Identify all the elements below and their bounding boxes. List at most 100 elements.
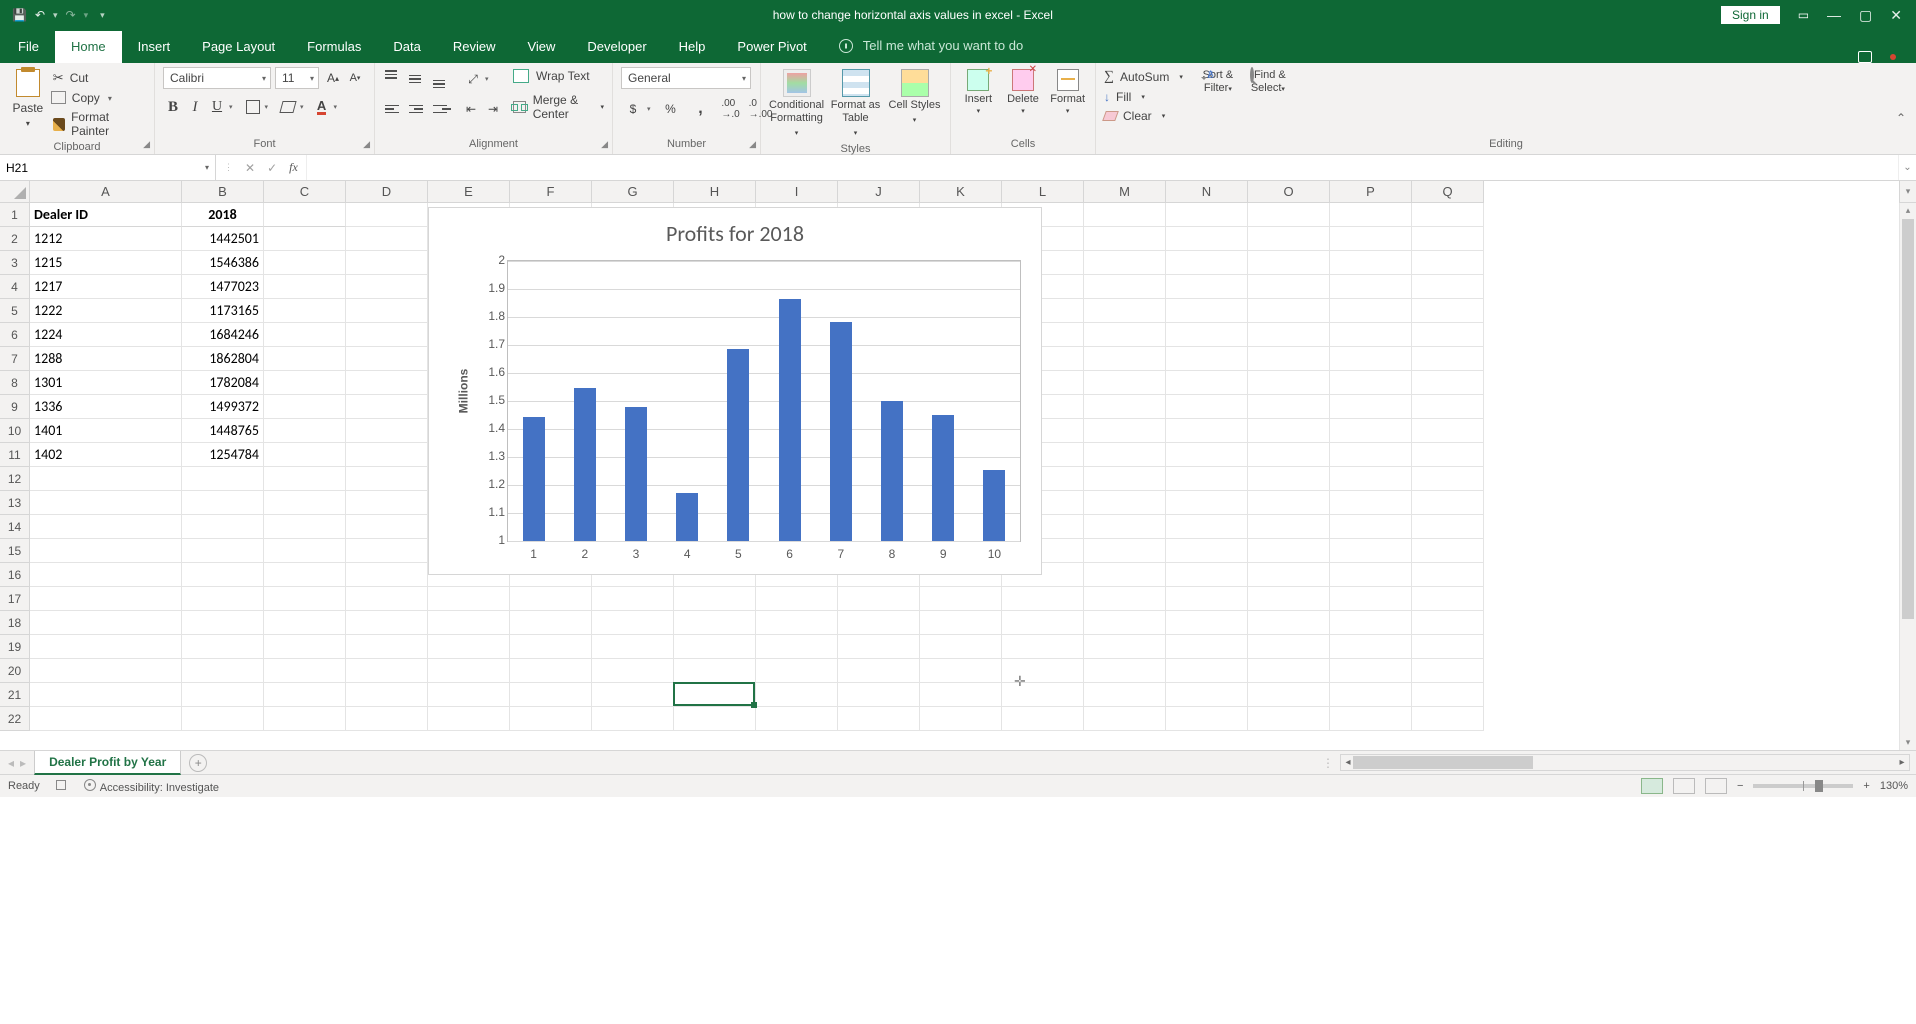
cell-I17[interactable] — [756, 587, 838, 611]
cell-Q15[interactable] — [1412, 539, 1484, 563]
cell-D22[interactable] — [346, 707, 428, 731]
borders-button[interactable] — [243, 97, 263, 117]
cell-D2[interactable] — [346, 227, 428, 251]
column-header-N[interactable]: N — [1166, 181, 1248, 203]
cell-Q17[interactable] — [1412, 587, 1484, 611]
increase-decimal-button[interactable]: .00→.0 — [719, 99, 743, 119]
italic-button[interactable]: I — [185, 97, 205, 117]
cell-I19[interactable] — [756, 635, 838, 659]
share-icon[interactable] — [1858, 51, 1872, 63]
cell-C1[interactable] — [264, 203, 346, 227]
chart-bar-2[interactable] — [574, 388, 596, 541]
cell-C15[interactable] — [264, 539, 346, 563]
chevron-down-icon[interactable]: ▾ — [1179, 73, 1183, 81]
row-header-8[interactable]: 8 — [0, 371, 30, 395]
cell-M10[interactable] — [1084, 419, 1166, 443]
tab-power-pivot[interactable]: Power Pivot — [721, 31, 822, 63]
cell-J17[interactable] — [838, 587, 920, 611]
cell-C13[interactable] — [264, 491, 346, 515]
cell-C20[interactable] — [264, 659, 346, 683]
cell-D10[interactable] — [346, 419, 428, 443]
cell-Q4[interactable] — [1412, 275, 1484, 299]
cell-Q21[interactable] — [1412, 683, 1484, 707]
cell-D9[interactable] — [346, 395, 428, 419]
decrease-indent-button[interactable]: ⇤ — [461, 99, 481, 119]
cell-E19[interactable] — [428, 635, 510, 659]
cell-N16[interactable] — [1166, 563, 1248, 587]
cell-M22[interactable] — [1084, 707, 1166, 731]
insert-cells-button[interactable]: Insert▾ — [959, 69, 998, 115]
cell-O9[interactable] — [1248, 395, 1330, 419]
cell-C17[interactable] — [264, 587, 346, 611]
cell-B17[interactable] — [182, 587, 264, 611]
cell-C8[interactable] — [264, 371, 346, 395]
cell-O13[interactable] — [1248, 491, 1330, 515]
cell-E17[interactable] — [428, 587, 510, 611]
cell-B5[interactable]: 1173165 — [182, 299, 264, 323]
cell-N15[interactable] — [1166, 539, 1248, 563]
copy-button[interactable]: Copy▾ — [53, 91, 146, 105]
increase-indent-button[interactable]: ⇥ — [483, 99, 503, 119]
cell-B1[interactable]: 2018 — [182, 203, 264, 227]
cell-N3[interactable] — [1166, 251, 1248, 275]
cell-A16[interactable] — [30, 563, 182, 587]
undo-dropdown-icon[interactable]: ▾ — [53, 10, 58, 21]
cell-A12[interactable] — [30, 467, 182, 491]
cell-N14[interactable] — [1166, 515, 1248, 539]
cell-P19[interactable] — [1330, 635, 1412, 659]
orientation-button[interactable]: ⤢ — [463, 69, 483, 89]
cell-Q9[interactable] — [1412, 395, 1484, 419]
macro-record-button[interactable] — [56, 780, 68, 793]
decrease-font-size-button[interactable]: A▾ — [345, 68, 365, 88]
cell-A7[interactable]: 1288 — [30, 347, 182, 371]
cell-H17[interactable] — [674, 587, 756, 611]
format-as-table-button[interactable]: Format as Table▾ — [828, 69, 883, 140]
tab-developer[interactable]: Developer — [571, 31, 662, 63]
cell-O6[interactable] — [1248, 323, 1330, 347]
cell-O4[interactable] — [1248, 275, 1330, 299]
cell-O15[interactable] — [1248, 539, 1330, 563]
cell-P11[interactable] — [1330, 443, 1412, 467]
cell-A6[interactable]: 1224 — [30, 323, 182, 347]
cell-B7[interactable]: 1862804 — [182, 347, 264, 371]
cell-Q8[interactable] — [1412, 371, 1484, 395]
chart-bar-5[interactable] — [727, 349, 749, 541]
cell-M19[interactable] — [1084, 635, 1166, 659]
column-header-D[interactable]: D — [346, 181, 428, 203]
autosum-button[interactable]: ∑AutoSum▾ — [1104, 69, 1183, 85]
cell-P1[interactable] — [1330, 203, 1412, 227]
cell-L18[interactable] — [1002, 611, 1084, 635]
insert-function-button[interactable]: fx — [289, 160, 298, 175]
cell-A20[interactable] — [30, 659, 182, 683]
cell-Q18[interactable] — [1412, 611, 1484, 635]
cell-P13[interactable] — [1330, 491, 1412, 515]
tab-formulas[interactable]: Formulas — [291, 31, 377, 63]
cell-P9[interactable] — [1330, 395, 1412, 419]
close-button[interactable]: ✕ — [1890, 7, 1902, 24]
scrollbar-thumb[interactable] — [1902, 219, 1914, 619]
cell-B20[interactable] — [182, 659, 264, 683]
cell-P12[interactable] — [1330, 467, 1412, 491]
cell-D15[interactable] — [346, 539, 428, 563]
cell-C12[interactable] — [264, 467, 346, 491]
row-header-17[interactable]: 17 — [0, 587, 30, 611]
cell-L21[interactable] — [1002, 683, 1084, 707]
undo-icon[interactable]: ↶ — [35, 8, 45, 22]
select-all-button[interactable] — [0, 181, 30, 203]
cell-C2[interactable] — [264, 227, 346, 251]
zoom-slider-thumb[interactable] — [1815, 780, 1823, 792]
cell-H22[interactable] — [674, 707, 756, 731]
column-header-I[interactable]: I — [756, 181, 838, 203]
cell-A5[interactable]: 1222 — [30, 299, 182, 323]
number-format-combo[interactable]: General▾ — [621, 67, 751, 89]
cell-E22[interactable] — [428, 707, 510, 731]
accounting-format-button[interactable]: $ — [621, 99, 645, 119]
font-name-combo[interactable]: Calibri▾ — [163, 67, 271, 89]
cell-J20[interactable] — [838, 659, 920, 683]
underline-button[interactable]: U — [207, 97, 227, 117]
collapse-ribbon-button[interactable]: ⌃ — [1896, 111, 1906, 125]
cell-D11[interactable] — [346, 443, 428, 467]
cell-K22[interactable] — [920, 707, 1002, 731]
cell-O1[interactable] — [1248, 203, 1330, 227]
cell-Q20[interactable] — [1412, 659, 1484, 683]
